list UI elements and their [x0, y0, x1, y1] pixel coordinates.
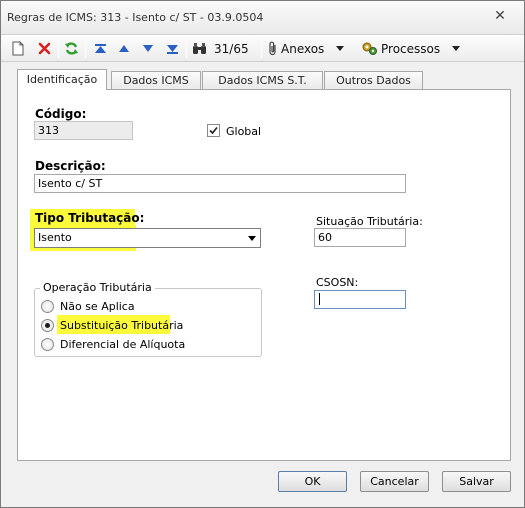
first-record-icon[interactable]	[91, 39, 109, 58]
tipo-tributacao-value: Isento	[38, 231, 72, 244]
refresh-icon[interactable]	[62, 39, 80, 58]
window: Regras de ICMS: 313 - Isento c/ ST - 03.…	[0, 0, 525, 508]
descricao-label: Descrição:	[35, 159, 106, 173]
tipo-tributacao-select[interactable]: Isento	[34, 228, 261, 248]
title-bar: Regras de ICMS: 313 - Isento c/ ST - 03.…	[1, 1, 524, 35]
binoculars-icon[interactable]	[191, 39, 207, 58]
tab-panel	[17, 89, 511, 461]
previous-record-icon[interactable]	[115, 39, 133, 58]
substituicao-tributaria-label: Substituição Tributária	[60, 319, 184, 332]
codigo-field: 313	[34, 121, 133, 140]
descricao-field[interactable]: Isento c/ ST	[34, 174, 406, 193]
window-title: Regras de ICMS: 313 - Isento c/ ST - 03.…	[7, 11, 264, 24]
delete-icon[interactable]	[35, 39, 53, 58]
record-position: 31/65	[214, 41, 249, 56]
diferencial-aliquota-label: Diferencial de Alíquota	[60, 338, 186, 351]
codigo-label: Código:	[35, 107, 87, 121]
tab-identificacao[interactable]: Identificação	[17, 69, 107, 90]
csosn-label: CSOSN:	[316, 276, 359, 289]
toolbar: 31/65 Anexos Processos	[1, 35, 524, 62]
chevron-down-icon	[336, 46, 345, 51]
situacao-field[interactable]: 60	[314, 228, 406, 247]
attachments-menu[interactable]: Anexos	[268, 39, 345, 58]
check-icon	[209, 126, 218, 135]
ok-button[interactable]: OK	[278, 471, 347, 492]
chevron-down-icon	[248, 236, 256, 241]
attachments-label: Anexos	[281, 41, 325, 56]
tab-outros-dados[interactable]: Outros Dados	[324, 71, 423, 90]
global-checkbox[interactable]	[207, 124, 220, 137]
last-record-icon[interactable]	[163, 39, 181, 58]
next-record-icon[interactable]	[139, 39, 157, 58]
csosn-field[interactable]	[314, 290, 406, 309]
operacao-tributaria-title: Operação Tributária	[40, 281, 155, 294]
toolbar-separator	[58, 39, 59, 58]
nao-se-aplica-label: Não se Aplica	[60, 300, 135, 313]
text-caret	[319, 293, 320, 305]
tipo-tributacao-label: Tipo Tributação:	[35, 211, 145, 225]
cancel-button[interactable]: Cancelar	[360, 471, 429, 492]
radio-nao-se-aplica[interactable]	[41, 300, 54, 313]
processes-menu[interactable]: Processos	[361, 39, 461, 58]
radio-diferencial-aliquota[interactable]	[41, 338, 54, 351]
toolbar-separator	[261, 39, 262, 58]
processes-label: Processos	[381, 41, 441, 56]
global-label: Global	[226, 125, 262, 138]
situacao-label: Situação Tributária:	[316, 215, 423, 228]
gears-icon	[361, 41, 378, 56]
new-icon[interactable]	[9, 39, 27, 58]
toolbar-separator	[186, 39, 187, 58]
tab-dados-icms-st[interactable]: Dados ICMS S.T.	[202, 71, 323, 90]
close-icon[interactable]: ✕	[492, 8, 508, 24]
chevron-down-icon	[452, 46, 461, 51]
save-button[interactable]: Salvar	[442, 471, 511, 492]
radio-substituicao-tributaria[interactable]	[41, 319, 54, 332]
tab-dados-icms[interactable]: Dados ICMS	[111, 71, 201, 90]
paperclip-icon	[268, 41, 278, 56]
toolbar-separator	[85, 39, 86, 58]
